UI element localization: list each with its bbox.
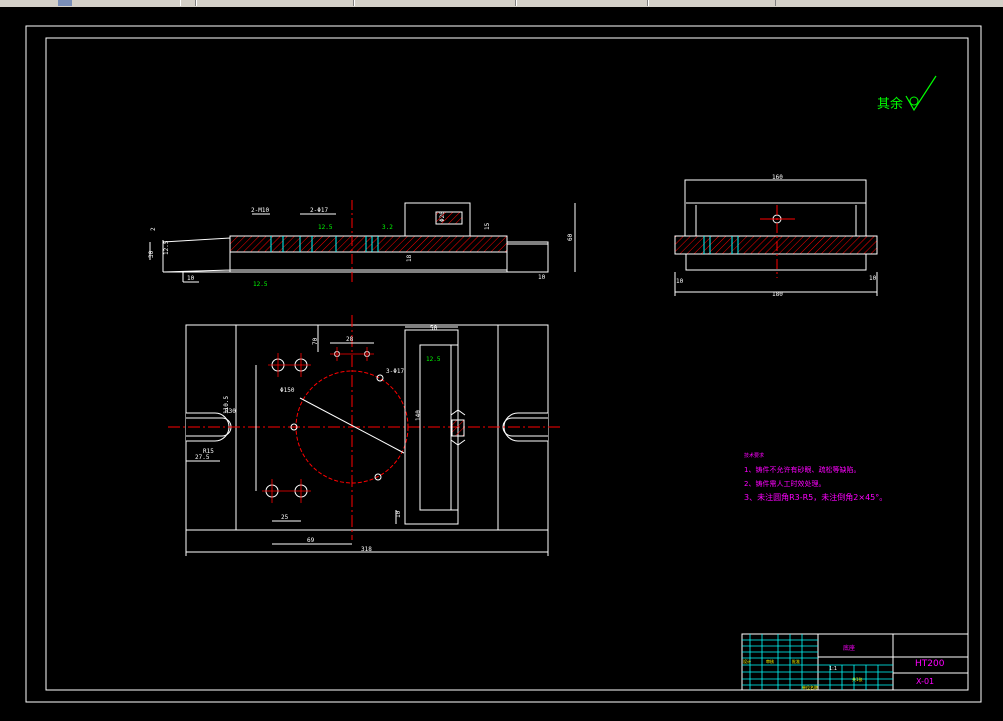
svg-text:318: 318 bbox=[361, 546, 372, 553]
svg-text:R30: R30 bbox=[225, 408, 236, 415]
title-sheet: 共1张 bbox=[852, 676, 863, 682]
title-approve: 批准 bbox=[792, 658, 800, 664]
svg-text:12.5: 12.5 bbox=[163, 240, 170, 255]
svg-text:10: 10 bbox=[187, 275, 195, 282]
plan-view: 50 70 28 12.5 3-Φ17 Φ150 140 110.5 R30 R… bbox=[168, 315, 562, 556]
inner-border bbox=[45, 37, 969, 691]
svg-text:60: 60 bbox=[567, 233, 574, 241]
svg-text:25: 25 bbox=[281, 514, 289, 521]
svg-text:69: 69 bbox=[307, 537, 315, 544]
title-check: 审核 bbox=[766, 658, 774, 664]
svg-text:180: 180 bbox=[772, 291, 783, 298]
toolbar-segment[interactable] bbox=[516, 0, 648, 6]
svg-text:50: 50 bbox=[430, 325, 438, 332]
svg-text:10: 10 bbox=[676, 278, 684, 285]
title-scale: 1:1 bbox=[829, 666, 837, 672]
roughness-symbol-icon bbox=[905, 75, 937, 112]
front-section-view: 2 30 12.5 2-M10 2-Φ17 12.5 3.2 Φ20 15 60… bbox=[148, 200, 576, 288]
svg-text:18: 18 bbox=[406, 254, 413, 262]
svg-text:160: 160 bbox=[772, 174, 783, 181]
svg-text:2-Φ17: 2-Φ17 bbox=[310, 207, 328, 214]
svg-text:12.5: 12.5 bbox=[426, 356, 441, 363]
svg-text:15: 15 bbox=[484, 222, 491, 230]
side-view: 160 180 10 10 bbox=[674, 174, 878, 298]
toolbar-segment[interactable] bbox=[648, 0, 776, 6]
svg-text:2: 2 bbox=[150, 227, 157, 231]
cad-drawing[interactable]: 其余 2 30 12.5 2-M10 2-Φ17 12.5 3.2 Φ20 15… bbox=[0, 7, 1003, 721]
svg-text:27.5: 27.5 bbox=[195, 454, 210, 461]
svg-text:10: 10 bbox=[538, 274, 546, 281]
svg-text:3.2: 3.2 bbox=[382, 224, 393, 231]
toolbar-segment[interactable] bbox=[196, 0, 354, 6]
technical-requirements: 技术要求 1、铸件不允许有砂眼、疏松等缺陷。 2、铸件需人工时效处理。 3、未注… bbox=[744, 452, 887, 502]
tech-note-3: 3、未注圆角R3-R5，未注倒角2×45°。 bbox=[744, 492, 887, 502]
tech-notes-heading: 技术要求 bbox=[744, 452, 764, 459]
tech-note-1: 1、铸件不允许有砂眼、疏松等缺陷。 bbox=[744, 465, 860, 474]
surface-note-text: 其余 bbox=[877, 96, 903, 112]
svg-text:10: 10 bbox=[395, 510, 402, 518]
surface-roughness-note: 其余 bbox=[877, 75, 937, 112]
title-part-name: 底座 bbox=[843, 644, 855, 652]
tech-note-2: 2、铸件需人工时效处理。 bbox=[744, 479, 825, 488]
svg-text:10: 10 bbox=[869, 275, 877, 282]
app-icon bbox=[58, 0, 72, 6]
svg-text:12.5: 12.5 bbox=[318, 224, 333, 231]
svg-text:70: 70 bbox=[312, 337, 319, 345]
drawing-canvas[interactable]: 其余 2 30 12.5 2-M10 2-Φ17 12.5 3.2 Φ20 15… bbox=[0, 7, 1003, 721]
svg-text:30: 30 bbox=[148, 250, 155, 258]
outer-border bbox=[25, 25, 982, 703]
title-material: HT200 bbox=[915, 659, 945, 669]
window-top-strip bbox=[0, 0, 1003, 7]
toolbar-segment[interactable] bbox=[354, 0, 516, 6]
svg-text:2-M10: 2-M10 bbox=[251, 207, 269, 214]
svg-text:140: 140 bbox=[415, 410, 422, 421]
svg-text:12.5: 12.5 bbox=[253, 281, 268, 288]
title-company: 单位名称 bbox=[802, 684, 818, 690]
roughness-circle-icon bbox=[909, 96, 919, 106]
svg-text:3-Φ17: 3-Φ17 bbox=[386, 368, 404, 375]
title-design: 设计 bbox=[743, 658, 751, 664]
hatched-section-main bbox=[229, 235, 508, 253]
svg-text:Φ150: Φ150 bbox=[280, 387, 295, 394]
title-drawing-number: X-01 bbox=[916, 677, 934, 686]
svg-text:Φ20: Φ20 bbox=[439, 211, 446, 222]
svg-text:28: 28 bbox=[346, 336, 354, 343]
toolbar-segment[interactable] bbox=[180, 0, 196, 6]
